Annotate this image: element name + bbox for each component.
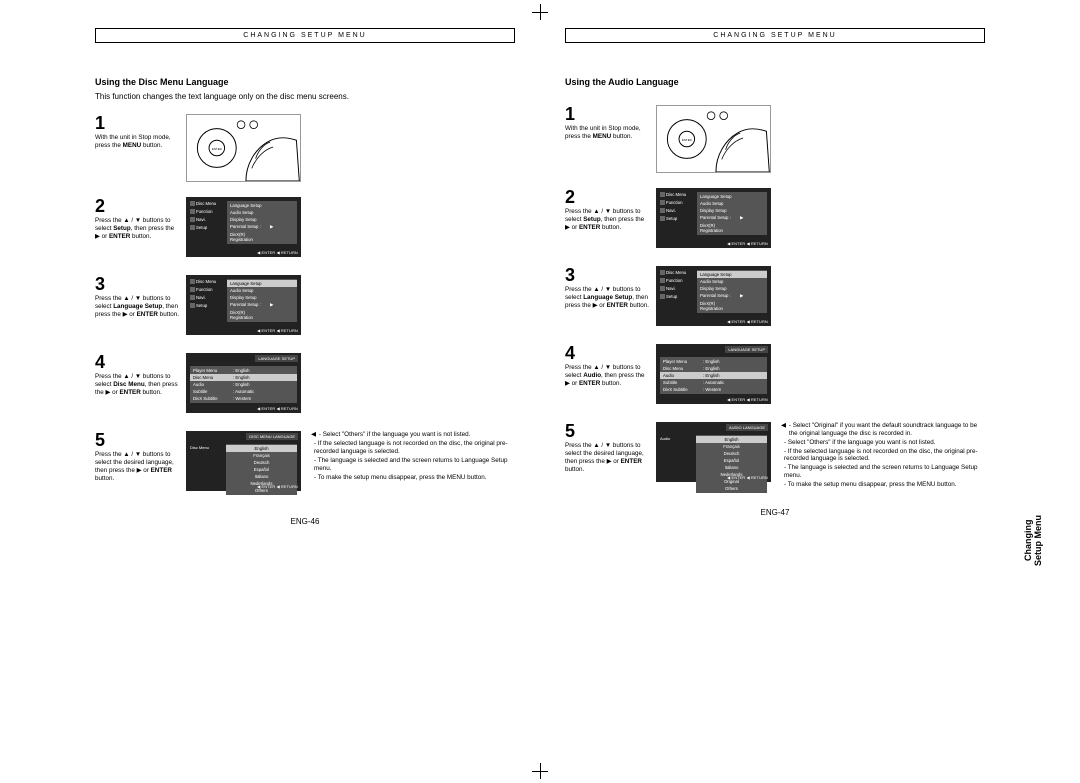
page-left: CHANGING SETUP MENU Using the Disc Menu … (95, 28, 515, 526)
step-figure: DISC MENU LANGUAGE Disc Menu EnglishFran… (186, 431, 301, 499)
step-row: 5 Press the ▲ / ▼ buttons to select the … (95, 431, 515, 499)
step-text: Press the ▲ / ▼ buttons to select Langua… (565, 286, 650, 310)
step-row: 3 Press the ▲ / ▼ buttons to select Lang… (95, 275, 515, 343)
step-number: 3 (565, 266, 650, 284)
step-number: 5 (95, 431, 180, 449)
step-figure: Disc MenuFunctionNavi.Setup Language Set… (186, 197, 301, 265)
step-figure: Disc MenuFunctionNavi.Setup Language Set… (656, 188, 771, 256)
step-number: 2 (95, 197, 180, 215)
step-row: 2 Press the ▲ / ▼ buttons to select Setu… (565, 188, 985, 256)
step-figure: ENTER (186, 114, 301, 187)
step-text: Press the ▲ / ▼ buttons to select Setup,… (565, 208, 650, 232)
step-number: 4 (95, 353, 180, 371)
step-text: Press the ▲ / ▼ buttons to select the de… (565, 442, 650, 473)
step-row: 5 Press the ▲ / ▼ buttons to select the … (565, 422, 985, 490)
step-number: 4 (565, 344, 650, 362)
step-number: 3 (95, 275, 180, 293)
side-tab: Changing Setup Menu (1024, 515, 1044, 566)
side-tab-line2: Setup Menu (1033, 515, 1043, 566)
step-text: With the unit in Stop mode, press the ME… (95, 134, 180, 150)
step-number: 5 (565, 422, 650, 440)
step-figure: LANGUAGE SETUP Player Menu: EnglishDisc … (186, 353, 301, 421)
step-notes: ◀- Select "Original" if you want the def… (777, 422, 985, 490)
step-number: 1 (95, 114, 180, 132)
step-text: Press the ▲ / ▼ buttons to select Disc M… (95, 373, 180, 397)
step-number: 1 (565, 105, 650, 123)
step-text: Press the ▲ / ▼ buttons to select Setup,… (95, 217, 180, 241)
header-bar-left: CHANGING SETUP MENU (95, 28, 515, 43)
section-title-left: Using the Disc Menu Language (95, 77, 515, 87)
step-row: 2 Press the ▲ / ▼ buttons to select Setu… (95, 197, 515, 265)
step-figure: ENTER (656, 105, 771, 178)
step-notes: ◀- Select "Others" if the language you w… (307, 431, 515, 499)
step-figure: Disc MenuFunctionNavi.Setup Language Set… (656, 266, 771, 334)
step-text: With the unit in Stop mode, press the ME… (565, 125, 650, 141)
step-text: Press the ▲ / ▼ buttons to select Audio,… (565, 364, 650, 388)
step-figure: AUDIO LANGUAGE Audio EnglishFrançaisDeut… (656, 422, 771, 490)
section-title-right: Using the Audio Language (565, 77, 985, 87)
step-figure: LANGUAGE SETUP Player Menu: EnglishDisc … (656, 344, 771, 412)
page-spread: CHANGING SETUP MENU Using the Disc Menu … (0, 0, 1080, 540)
page-number-right: ENG-47 (565, 508, 985, 517)
step-number: 2 (565, 188, 650, 206)
step-text: Press the ▲ / ▼ buttons to select the de… (95, 451, 180, 482)
page-right: CHANGING SETUP MENU Using the Audio Lang… (565, 28, 985, 526)
header-bar-right: CHANGING SETUP MENU (565, 28, 985, 43)
step-row: 1 With the unit in Stop mode, press the … (565, 105, 985, 178)
step-text: Press the ▲ / ▼ buttons to select Langua… (95, 295, 180, 319)
page-number-left: ENG-46 (95, 517, 515, 526)
section-subtitle-left: This function changes the text language … (95, 92, 515, 102)
step-figure: Disc MenuFunctionNavi.Setup Language Set… (186, 275, 301, 343)
svg-text:ENTER: ENTER (212, 147, 222, 151)
svg-text:ENTER: ENTER (682, 138, 692, 142)
step-row: 4 Press the ▲ / ▼ buttons to select Disc… (95, 353, 515, 421)
step-row: 3 Press the ▲ / ▼ buttons to select Lang… (565, 266, 985, 334)
side-tab-line1: Changing (1023, 520, 1033, 562)
step-row: 1 With the unit in Stop mode, press the … (95, 114, 515, 187)
step-row: 4 Press the ▲ / ▼ buttons to select Audi… (565, 344, 985, 412)
